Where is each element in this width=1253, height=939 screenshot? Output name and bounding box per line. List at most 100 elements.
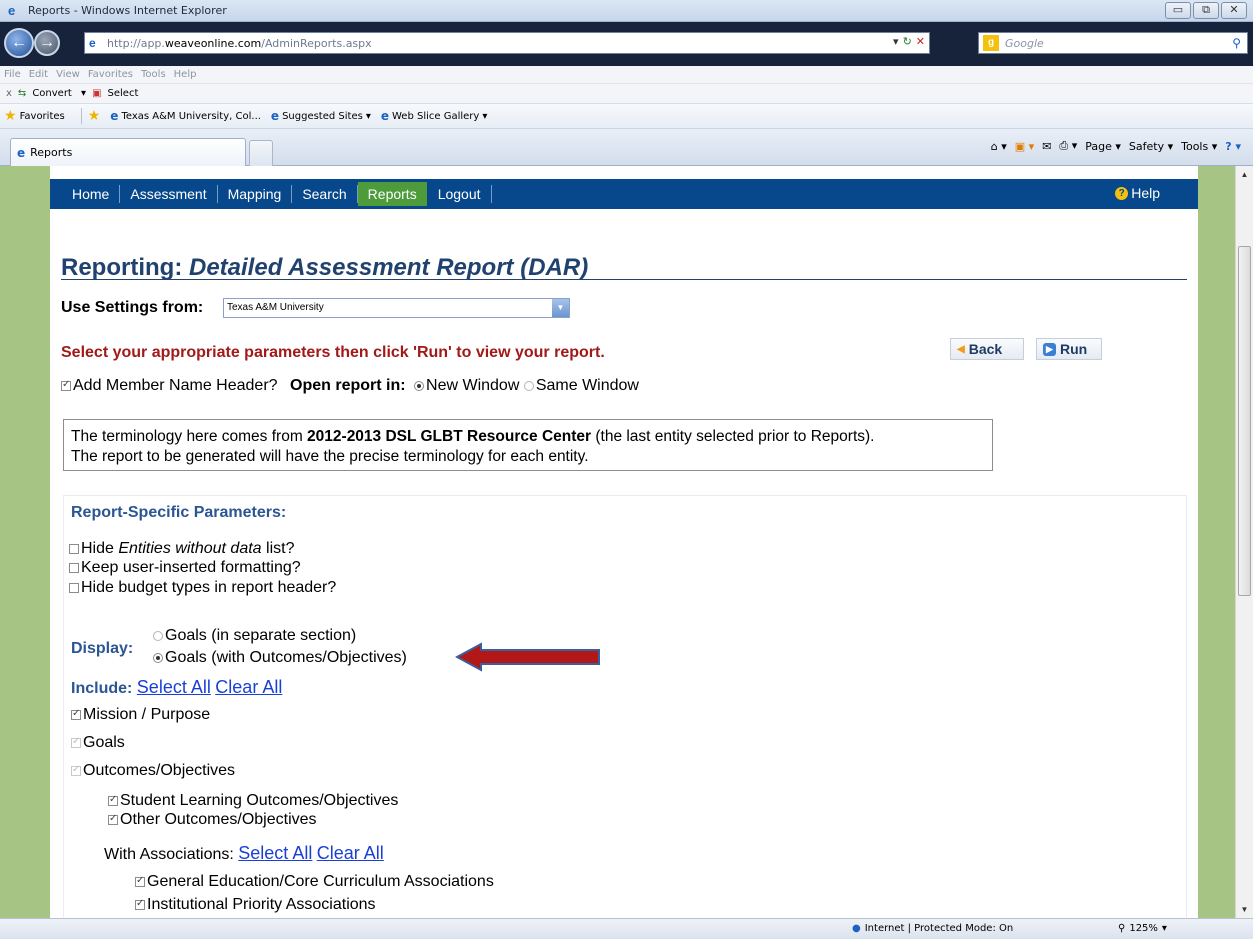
include-label: Include: [71, 680, 133, 697]
menu-file[interactable]: File [4, 69, 21, 80]
favorites-button[interactable]: ★ Favorites [4, 108, 65, 124]
minimize-button[interactable]: ▭ [1165, 2, 1191, 19]
red-arrow-annotation [455, 642, 600, 672]
scroll-thumb[interactable] [1238, 246, 1251, 596]
chevron-down-icon[interactable]: ▼ [552, 299, 569, 317]
home-icon[interactable]: ⌂ ▾ [991, 140, 1007, 153]
print-icon[interactable]: ⎙ ▾ [1059, 139, 1077, 153]
dropdown-icon[interactable]: ▾ [893, 35, 899, 48]
add-favorite-button[interactable]: ★ [88, 108, 101, 124]
display-separate-radio[interactable] [153, 630, 163, 641]
address-bar: ← → e http://app.weaveonline.com/AdminRe… [0, 22, 1253, 66]
window-title: Reports - Windows Internet Explorer [28, 4, 227, 17]
settings-label: Use Settings from: [61, 299, 204, 316]
inst-priority-row: Institutional Priority Associations [135, 896, 376, 914]
fav-link-texas-am[interactable]: e Texas A&M University, Col... [110, 109, 261, 123]
hide-budget-row: Hide budget types in report header? [69, 579, 336, 597]
nav-reports[interactable]: Reports [357, 182, 427, 206]
goals-row: Goals [71, 734, 125, 752]
page-menu[interactable]: Page ▾ [1085, 140, 1121, 153]
mail-icon[interactable]: ✉ [1042, 140, 1051, 153]
help-icon[interactable]: ? ▾ [1225, 140, 1241, 153]
nav-mapping[interactable]: Mapping [218, 185, 293, 203]
back-nav-button[interactable]: ← [4, 28, 34, 58]
display-option-separate: Goals (in separate section) [153, 627, 356, 645]
search-icon[interactable]: ⚲ [1232, 36, 1241, 50]
menu-edit[interactable]: Edit [29, 69, 48, 80]
globe-icon: ● [852, 923, 861, 934]
other-outcomes-checkbox[interactable] [108, 813, 118, 825]
params-heading: Report-Specific Parameters: [71, 504, 287, 521]
associations-row: With Associations: Select All Clear All [104, 843, 384, 864]
close-window-button[interactable]: ✕ [1221, 2, 1247, 19]
forward-nav-button[interactable]: → [34, 30, 60, 56]
display-with-outcomes-radio[interactable] [153, 652, 163, 663]
menu-favorites[interactable]: Favorites [88, 69, 133, 80]
menu-tools[interactable]: Tools [141, 69, 166, 80]
url-field[interactable]: e http://app.weaveonline.com/AdminReport… [84, 32, 930, 54]
hide-budget-checkbox[interactable] [69, 582, 79, 593]
inst-priority-checkbox[interactable] [135, 898, 145, 910]
page-icon: e [89, 36, 96, 50]
fav-suggested-sites[interactable]: e Suggested Sites ▾ [271, 109, 371, 123]
include-select-all-link[interactable]: Select All [137, 677, 211, 697]
scroll-up-icon[interactable]: ▲ [1236, 166, 1253, 183]
stop-icon[interactable]: ✕ [916, 35, 925, 48]
search-input[interactable]: g Google ⚲ [978, 32, 1248, 54]
associations-select-all-link[interactable]: Select All [238, 843, 312, 863]
run-button[interactable]: ▶ Run [1036, 338, 1102, 360]
zoom-control[interactable]: ⚲ 125% ▾ [1118, 923, 1167, 934]
gen-ed-checkbox[interactable] [135, 875, 145, 887]
include-clear-all-link[interactable]: Clear All [215, 677, 282, 697]
keep-formatting-checkbox[interactable] [69, 562, 79, 573]
terminology-notice: The terminology here comes from 2012-201… [63, 419, 993, 471]
command-tools: ⌂ ▾ ▣ ▾ ✉ ⎙ ▾ Page ▾ Safety ▾ Tools ▾ ? … [991, 139, 1241, 153]
gen-ed-row: General Education/Core Curriculum Associ… [135, 873, 494, 891]
hide-entities-checkbox[interactable] [69, 543, 79, 554]
nav-search[interactable]: Search [292, 185, 358, 203]
mission-checkbox[interactable] [71, 708, 81, 720]
menu-view[interactable]: View [56, 69, 80, 80]
command-bar: x ⇆ Convert ▾ ▣ Select [0, 84, 1253, 104]
open-new-window-radio[interactable] [414, 380, 425, 391]
member-header-checkbox[interactable] [61, 379, 71, 391]
tab-bar: e Reports ⌂ ▾ ▣ ▾ ✉ ⎙ ▾ Page ▾ Safety ▾ … [0, 129, 1253, 166]
goals-checkbox[interactable] [71, 736, 81, 748]
feeds-icon[interactable]: ▣ ▾ [1015, 140, 1034, 153]
associations-clear-all-link[interactable]: Clear All [317, 843, 384, 863]
run-icon: ▶ [1043, 342, 1056, 356]
report-parameters-panel: Report-Specific Parameters: Hide Entitie… [63, 495, 1187, 918]
nav-logout[interactable]: Logout [428, 185, 492, 203]
vertical-scrollbar[interactable]: ▲ ▼ [1235, 166, 1253, 918]
new-tab-button[interactable] [249, 140, 273, 166]
nav-home[interactable]: Home [62, 185, 121, 203]
instruction-text: Select your appropriate parameters then … [61, 344, 605, 361]
close-toolbar-icon[interactable]: x [6, 88, 12, 99]
menu-help[interactable]: Help [174, 69, 197, 80]
slo-checkbox[interactable] [108, 794, 118, 806]
tab-reports[interactable]: e Reports [10, 138, 246, 166]
back-button[interactable]: ◀ Back [950, 338, 1024, 360]
google-icon: g [983, 35, 999, 51]
settings-select[interactable]: Texas A&M University ▼ [223, 298, 570, 318]
open-same-window-radio[interactable] [523, 380, 534, 391]
nav-assessment[interactable]: Assessment [120, 185, 218, 203]
outcomes-row: Outcomes/Objectives [71, 762, 235, 780]
safety-menu[interactable]: Safety ▾ [1129, 140, 1173, 153]
display-label: Display: [71, 640, 134, 657]
restore-button[interactable]: ⧉ [1193, 2, 1219, 19]
member-header-row: Add Member Name Header? Open report in: … [61, 377, 639, 395]
scroll-down-icon[interactable]: ▼ [1236, 901, 1253, 918]
zoom-icon: ⚲ [1118, 923, 1126, 934]
outcomes-checkbox[interactable] [71, 764, 81, 776]
convert-button[interactable]: ⇆ Convert ▾ [18, 88, 86, 99]
star-icon: ★ [4, 108, 17, 124]
tools-menu[interactable]: Tools ▾ [1181, 140, 1217, 153]
select-button[interactable]: ▣ Select [92, 88, 144, 99]
refresh-icon[interactable]: ↻ [903, 35, 912, 48]
mission-row: Mission / Purpose [71, 706, 210, 724]
ie-tab-icon: e [17, 145, 26, 160]
help-link[interactable]: ? Help [1115, 185, 1160, 201]
ie-page-icon: e [380, 109, 389, 123]
fav-web-slice-gallery[interactable]: e Web Slice Gallery ▾ [381, 109, 488, 123]
